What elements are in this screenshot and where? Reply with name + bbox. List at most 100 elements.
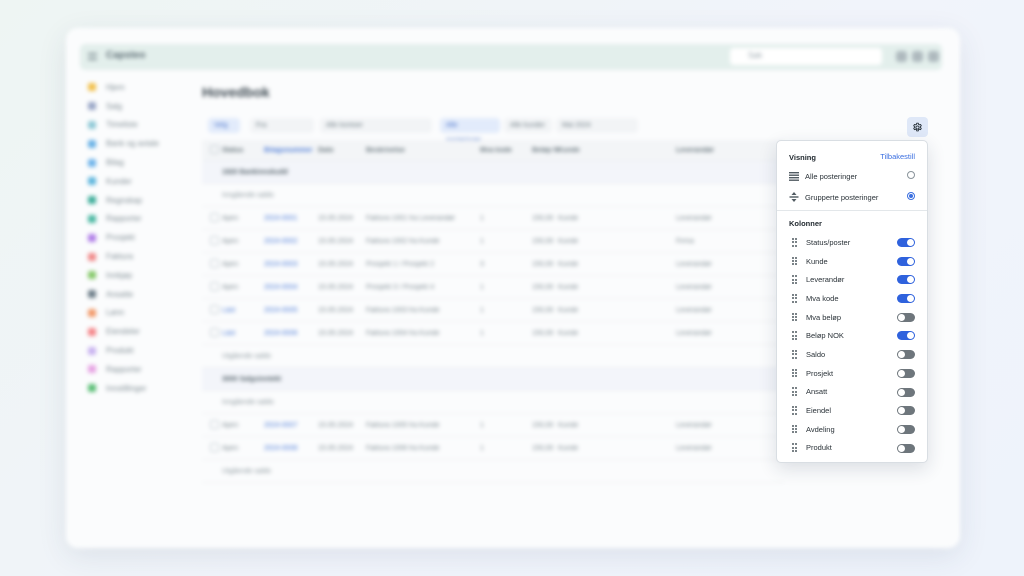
table-cell[interactable]: 2024-0006 [264, 330, 318, 337]
column-toggle[interactable] [897, 406, 915, 416]
drag-handle-icon[interactable] [792, 406, 797, 415]
table-row[interactable]: Låst 2024-0005 15.05.2024 Faktura 1003 fra … [202, 299, 784, 322]
row-checkbox[interactable] [202, 144, 222, 156]
drag-handle-icon[interactable] [792, 349, 797, 359]
sidebar-item[interactable]: Timeliste [80, 116, 186, 135]
drag-handle-icon[interactable] [792, 312, 797, 322]
settings-button[interactable] [907, 117, 928, 137]
sidebar-item[interactable]: Prosjekt [80, 228, 186, 247]
menu-icon[interactable] [88, 53, 97, 60]
row-checkbox[interactable] [202, 419, 222, 431]
drag-handle-icon[interactable] [792, 387, 797, 396]
column-toggle[interactable] [897, 256, 915, 266]
row-checkbox[interactable] [202, 304, 222, 316]
column-toggle[interactable] [897, 424, 915, 434]
table-cell[interactable]: 2024-0007 [264, 422, 318, 429]
table-cell[interactable]: 2024-0003 [264, 261, 318, 268]
drag-handle-icon[interactable] [792, 256, 797, 266]
table-row[interactable]: Åpen 2024-0001 15.05.2024 Faktura 1001 fra … [202, 207, 784, 230]
notification-icon[interactable] [896, 51, 907, 62]
drag-handle-icon[interactable] [792, 424, 797, 434]
table-cell: Kunde [558, 444, 579, 452]
table-cell[interactable]: 2024-0001 [264, 215, 318, 222]
row-checkbox[interactable] [202, 281, 222, 293]
sidebar-item[interactable]: Eiendeler [80, 322, 186, 341]
table-row[interactable]: Åpen 2024-0007 15.05.2024 Faktura 1005 fra … [202, 414, 784, 437]
drag-handle-icon[interactable] [792, 275, 797, 284]
table-row[interactable]: Åpen 2024-0003 15.05.2024 Prosjekt 1 / Pros… [202, 253, 784, 276]
drag-handle-icon[interactable] [792, 237, 797, 247]
table-header-row: Status Bilagsnummer Dato Beskrivelse Mva kod… [202, 140, 784, 161]
filter-chip-customers[interactable]: Alle kunder [504, 118, 552, 133]
column-label: Saldo [806, 349, 826, 359]
table-cell: Kunde [558, 214, 579, 222]
table-row[interactable]: Låst 2024-0006 15.05.2024 Faktura 1004 fra … [202, 322, 784, 345]
sidebar-item-label: Eiendeler [106, 327, 140, 337]
sidebar-item[interactable]: Faktura [80, 247, 186, 266]
sidebar-item[interactable]: Lønn [80, 304, 186, 323]
search-input[interactable]: Søk [730, 48, 882, 65]
sidebar-item[interactable]: Regnskap [80, 191, 186, 210]
reset-link[interactable]: Tilbakestill [880, 152, 915, 161]
row-checkbox[interactable] [202, 212, 222, 224]
row-checkbox[interactable] [202, 235, 222, 247]
filter-chip-select[interactable]: Velg [208, 118, 240, 133]
column-toggle[interactable] [897, 368, 915, 378]
sidebar-item[interactable]: Kunder [80, 172, 186, 191]
sidebar-item[interactable]: Innkjøp [80, 266, 186, 285]
drag-handle-icon[interactable] [792, 293, 797, 303]
user-icon[interactable] [928, 51, 939, 62]
row-checkbox[interactable] [202, 442, 222, 454]
radio-button[interactable] [907, 171, 915, 179]
table-cell[interactable]: 2024-0004 [264, 284, 318, 291]
closing-balance-label: Utgående saldo [222, 352, 272, 360]
column-toggle[interactable] [897, 294, 915, 304]
row-checkbox[interactable] [202, 327, 222, 339]
sidebar-item[interactable]: Rapporter [80, 360, 186, 379]
table-cell[interactable]: 2024-0008 [264, 445, 318, 452]
sidebar-item[interactable]: Rapporter [80, 210, 186, 229]
column-label: Avdeling [806, 424, 835, 434]
column-settings-panel: Visning Tilbakestill Alle posteringer Gr… [776, 140, 928, 463]
table-cell[interactable]: 2024-0002 [264, 238, 318, 245]
sidebar-item[interactable]: Ansatte [80, 285, 186, 304]
column-toggle[interactable] [897, 275, 915, 285]
table-cell: Kunde [558, 237, 579, 245]
column-toggle[interactable] [897, 331, 915, 341]
sidebar-item[interactable]: Bilag [80, 153, 186, 172]
table-cell[interactable]: 2024-0005 [264, 307, 318, 314]
sidebar-item[interactable]: Hjem [80, 78, 186, 97]
filter-chip-period[interactable]: Mai 2024 [556, 118, 638, 133]
sidebar-item[interactable]: Produkt [80, 341, 186, 360]
drag-handle-icon[interactable] [792, 331, 797, 340]
table-row[interactable]: Åpen 2024-0008 15.05.2024 Faktura 1006 fra … [202, 437, 784, 460]
column-label: Status/poster [806, 237, 851, 247]
drag-handle-icon[interactable] [792, 443, 797, 453]
filter-chip-entries[interactable]: Alle posteringer [440, 118, 500, 144]
table-row[interactable]: Åpen 2024-0004 15.05.2024 Prosjekt 3 / Pros… [202, 276, 784, 299]
view-option-grouped-entries[interactable]: Grupperte posteringer [789, 190, 915, 204]
view-option-all-entries[interactable]: Alle posteringer [789, 169, 915, 183]
table-cell: Faktura 1006 fra Kunde [366, 444, 440, 452]
sidebar-item-label: Timeliste [106, 120, 138, 130]
sidebar-item[interactable]: Innstillinger [80, 379, 186, 398]
drag-handle-icon[interactable] [792, 368, 797, 378]
filter-chip-accounts[interactable]: Alle kontoer [320, 118, 432, 133]
row-checkbox[interactable] [202, 258, 222, 270]
table-cell: 150,00 [532, 444, 554, 452]
table-row[interactable]: Åpen 2024-0002 15.05.2024 Faktura 1002 fra … [202, 230, 784, 253]
column-header[interactable]: Bilagsnummer [264, 147, 318, 154]
group-row[interactable]: 1920 Bankinnskudd [202, 161, 784, 184]
sidebar-item[interactable]: Bank og avtale [80, 134, 186, 153]
group-row[interactable]: 3000 Salgsinntekt [202, 368, 784, 391]
table-cell: Kunde [558, 283, 579, 291]
column-toggle[interactable] [897, 312, 915, 322]
column-toggle[interactable] [897, 350, 915, 360]
help-icon[interactable] [912, 51, 923, 62]
column-toggle[interactable] [897, 238, 915, 247]
column-toggle[interactable] [897, 387, 915, 397]
sidebar-item[interactable]: Salg [80, 97, 186, 116]
column-toggle[interactable] [897, 443, 915, 453]
radio-button[interactable] [907, 192, 915, 200]
filter-chip-from[interactable]: Fra [250, 118, 314, 133]
